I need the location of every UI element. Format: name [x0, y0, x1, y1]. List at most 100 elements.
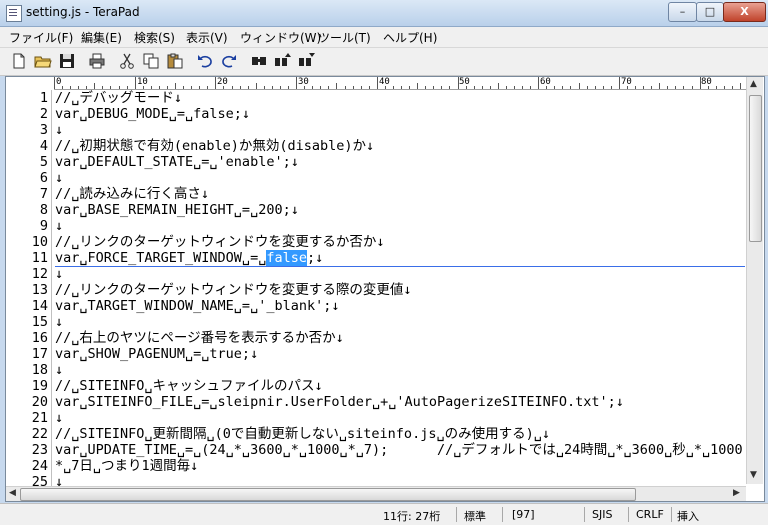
line-number-gutter: 1 2 3 4 5 6 7 8 9 10 11 12 13 14 15 16 1… — [6, 90, 50, 490]
code-line: var␣SHOW_PAGENUM␣=␣true;↓ — [55, 346, 259, 362]
find-next-icon[interactable] — [298, 52, 316, 70]
code-line: var␣DEFAULT_STATE␣=␣'enable';↓ — [55, 154, 299, 170]
status-bar: 11行: 27桁 標準 [97] SJIS CRLF 挿入 — [0, 503, 768, 525]
status-insert-mode[interactable]: 挿入 — [677, 508, 699, 524]
horizontal-scroll-thumb[interactable] — [20, 488, 636, 501]
line-number: 22 — [31, 426, 48, 442]
line-number: 7 — [39, 186, 48, 202]
selected-text: false — [266, 250, 307, 266]
scroll-right-arrow-icon[interactable]: ▶ — [733, 488, 740, 498]
status-divider — [502, 507, 503, 522]
line-number: 12 — [31, 266, 48, 282]
menu-view[interactable]: 表示(V) — [186, 29, 228, 46]
menu-file[interactable]: ファイル(F) — [9, 29, 73, 46]
minimize-button[interactable]: – — [668, 2, 697, 22]
window-title: setting.js - TeraPad — [26, 5, 140, 19]
scroll-left-arrow-icon[interactable]: ◀ — [9, 488, 16, 498]
gutter-divider — [51, 90, 52, 486]
code-line: ↓ — [55, 266, 64, 282]
line-number: 16 — [31, 330, 48, 346]
title-bar: setting.js - TeraPad – □ X — [0, 0, 768, 27]
terapad-app-icon[interactable] — [6, 5, 22, 22]
code-line: var␣DEBUG_MODE␣=␣false;↓ — [55, 106, 251, 122]
code-line: //␣デバッグモード↓ — [55, 90, 183, 106]
line-number: 24 — [31, 458, 48, 474]
ruler-label-10: 10 — [137, 77, 148, 87]
menu-window[interactable]: ウィンドウ(W) — [240, 29, 321, 46]
paste-icon[interactable] — [166, 52, 184, 70]
column-ruler: 0 10 20 30 40 50 60 70 80 — [54, 77, 746, 90]
line-number: 4 — [39, 138, 48, 154]
line-number: 10 — [31, 234, 48, 250]
code-line: ↓ — [55, 410, 64, 426]
ruler-label-40: 40 — [379, 77, 390, 87]
code-line-current: var␣FORCE_TARGET_WINDOW␣=␣false;↓ — [55, 250, 323, 266]
line-number: 5 — [39, 154, 48, 170]
ruler-ticks — [54, 77, 741, 89]
find-icon[interactable] — [250, 52, 268, 70]
code-line: var␣UPDATE_TIME␣=␣(24␣*␣3600␣*␣1000␣*␣7)… — [55, 442, 743, 458]
status-divider — [628, 507, 629, 522]
code-line: //␣初期状態で有効(enable)か無効(disable)か↓ — [55, 138, 375, 154]
find-previous-icon[interactable] — [274, 52, 292, 70]
code-line: ↓ — [55, 122, 64, 138]
line-number: 8 — [39, 202, 48, 218]
menu-tools[interactable]: ツール(T) — [318, 29, 371, 46]
close-button[interactable]: X — [723, 2, 766, 22]
open-folder-icon[interactable] — [34, 52, 52, 70]
line-number: 3 — [39, 122, 48, 138]
code-line: //␣読み込みに行く高さ↓ — [55, 186, 210, 202]
copy-icon[interactable] — [142, 52, 160, 70]
ruler-label-80: 80 — [701, 77, 712, 87]
cut-icon[interactable] — [118, 52, 136, 70]
code-line: *␣7日␣つまり1週間毎↓ — [55, 458, 199, 474]
code-line: ↓ — [55, 474, 64, 486]
vertical-scroll-thumb[interactable] — [749, 95, 762, 242]
status-newline[interactable]: CRLF — [636, 508, 664, 521]
scroll-down-arrow-icon[interactable]: ▼ — [750, 470, 757, 480]
code-line: var␣TARGET_WINDOW_NAME␣=␣'_blank';↓ — [55, 298, 340, 314]
scroll-up-arrow-icon[interactable]: ▲ — [750, 79, 757, 89]
menu-help[interactable]: ヘルプ(H) — [383, 29, 437, 46]
code-line: var␣BASE_REMAIN_HEIGHT␣=␣200;↓ — [55, 202, 299, 218]
status-divider — [584, 507, 585, 522]
line-number: 9 — [39, 218, 48, 234]
code-line: ↓ — [55, 362, 64, 378]
code-line: //␣右上のヤツにページ番号を表示するか否か↓ — [55, 330, 344, 346]
undo-icon[interactable] — [196, 52, 214, 70]
line-number: 23 — [31, 442, 48, 458]
line-number: 14 — [31, 298, 48, 314]
print-icon[interactable] — [88, 52, 106, 70]
line-number: 11 — [31, 250, 48, 266]
menu-search[interactable]: 検索(S) — [134, 29, 175, 46]
vertical-scrollbar[interactable]: ▲ ▼ — [746, 77, 763, 484]
redo-icon[interactable] — [220, 52, 238, 70]
line-number: 21 — [31, 410, 48, 426]
text-editor-area[interactable]: //␣デバッグモード↓ var␣DEBUG_MODE␣=␣false;↓ ↓ /… — [55, 90, 745, 486]
status-divider — [671, 507, 672, 522]
status-encoding[interactable]: SJIS — [592, 508, 612, 521]
save-icon[interactable] — [58, 52, 76, 70]
menu-edit[interactable]: 編集(E) — [81, 29, 122, 46]
status-divider — [456, 507, 457, 522]
toolbar — [0, 48, 768, 76]
line-number: 17 — [31, 346, 48, 362]
maximize-button[interactable]: □ — [696, 2, 724, 22]
ruler-label-20: 20 — [217, 77, 228, 87]
horizontal-scrollbar[interactable]: ◀ ▶ — [6, 486, 746, 501]
line-number: 15 — [31, 314, 48, 330]
line-number: 20 — [31, 394, 48, 410]
code-line: //␣SITEINFO␣キャッシュファイルのパス↓ — [55, 378, 323, 394]
ruler-label-30: 30 — [298, 77, 309, 87]
new-file-icon[interactable] — [10, 52, 28, 70]
line-number: 1 — [39, 90, 48, 106]
code-line: //␣リンクのターゲットウィンドウを変更するか否か↓ — [55, 234, 385, 250]
line-number: 2 — [39, 106, 48, 122]
ruler-label-0: 0 — [56, 77, 62, 87]
status-cursor-position: 11行: 27桁 — [383, 510, 441, 523]
code-line: ↓ — [55, 170, 64, 186]
line-number: 19 — [31, 378, 48, 394]
ruler-label-60: 60 — [540, 77, 551, 87]
code-text: ;↓ — [306, 250, 324, 266]
code-line: //␣リンクのターゲットウィンドウを変更する際の変更値↓ — [55, 282, 412, 298]
